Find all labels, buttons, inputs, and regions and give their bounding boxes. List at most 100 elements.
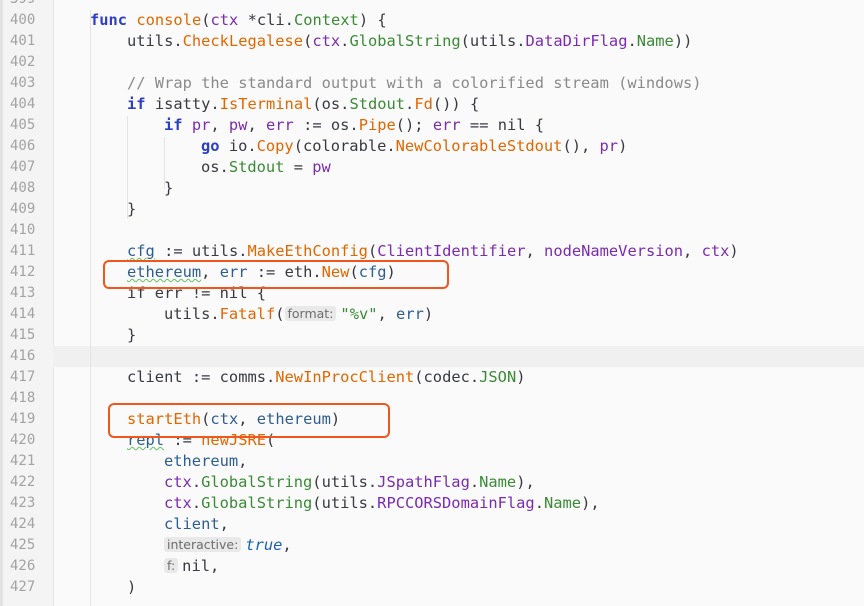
code-line-403[interactable]: // Wrap the standard output with a color… — [127, 73, 702, 94]
line-number: 415 — [10, 327, 36, 343]
token-text: , — [525, 242, 545, 260]
token-text: , — [210, 116, 220, 134]
token-function: Fatalf — [219, 305, 276, 323]
code-line-422[interactable]: ctx.GlobalString(utils.JSpathFlag.Name), — [164, 472, 535, 493]
token-var: pw — [312, 158, 331, 176]
code-line-408[interactable]: } — [164, 178, 173, 199]
token-text: . — [191, 473, 202, 491]
token-method: GlobalString — [201, 494, 313, 512]
code-editor[interactable]: 399 400 401 402 403 404 405 406 407 408 409 410 411 4… — [0, 0, 864, 606]
line-number: 406 — [10, 138, 36, 154]
token-var: client — [164, 515, 220, 533]
token-text: . — [469, 473, 480, 491]
token-text: ) { — [358, 11, 387, 29]
token-function: console — [136, 11, 202, 29]
line-number: 399 — [10, 0, 44, 10]
token-text: , — [209, 557, 220, 575]
code-area[interactable]: func console(ctx *cli.Context) { utils.C… — [53, 0, 864, 606]
token-text: ) — [127, 578, 137, 596]
token-function: CheckLegalese — [182, 32, 304, 50]
token-function: NewColorableStdout — [395, 137, 563, 155]
token-text: (utils. — [312, 473, 378, 491]
line-number: 423 — [10, 495, 36, 511]
token-field: Stdout — [349, 95, 406, 113]
code-line-409[interactable]: } — [127, 199, 136, 220]
token-type: Context — [293, 11, 359, 29]
annotation-box-eth-new — [103, 260, 449, 289]
token-var: ethereum — [164, 452, 239, 470]
token-var: err — [256, 116, 294, 134]
token-text: ) — [516, 368, 526, 386]
indent-guide — [90, 10, 91, 606]
line-number: 402 — [10, 54, 36, 70]
token-text: , — [377, 305, 397, 323]
token-param: ctx — [210, 11, 239, 29]
line-number: 404 — [10, 96, 36, 112]
line-number: 403 — [10, 75, 36, 91]
token-text: , — [238, 452, 248, 470]
current-line-highlight — [53, 346, 864, 367]
parameter-hint: interactive: — [164, 537, 242, 552]
token-var: pw — [219, 116, 248, 134]
code-line-417[interactable]: client := comms.NewInProcClient(codec.JS… — [127, 367, 526, 388]
token-text: := os. — [293, 116, 359, 134]
code-line-411[interactable]: cfg := utils.MakeEthConfig(ClientIdentif… — [127, 241, 739, 262]
token-var: ClientIdentifier — [377, 242, 526, 260]
token-method: GlobalString — [349, 32, 461, 50]
code-line-405[interactable]: if pr, pw, err := os.Pipe(); err == nil … — [164, 115, 544, 136]
token-text: ) — [729, 242, 739, 260]
line-number: 409 — [10, 201, 36, 217]
code-line-400[interactable]: func console(ctx *cli.Context) { — [90, 10, 387, 31]
line-number: 424 — [10, 516, 36, 532]
code-line-407[interactable]: os.Stdout = pw — [201, 157, 331, 178]
token-text: . — [627, 32, 637, 50]
token-keyword: if — [127, 95, 146, 113]
code-line-401[interactable]: utils.CheckLegalese(ctx. GlobalString(uti… — [127, 31, 692, 52]
code-line-421[interactable]: ethereum, — [164, 451, 247, 472]
code-line-415[interactable]: } — [127, 325, 136, 346]
line-number: 425 — [10, 537, 36, 553]
code-line-426[interactable]: f: nil, — [164, 556, 219, 577]
token-text: ()) { — [432, 95, 480, 113]
token-text: ), — [581, 494, 600, 512]
line-number: 407 — [10, 159, 36, 175]
token-text: , — [683, 242, 702, 260]
token-function: Pipe — [358, 116, 396, 134]
code-line-404[interactable]: if isatty.IsTerminal(os.Stdout.Fd()) { — [127, 94, 479, 115]
code-line-414[interactable]: utils.Fatalf(format: "%v", err) — [164, 304, 433, 325]
token-text: (); — [395, 116, 433, 134]
code-line-427[interactable]: ) — [127, 577, 136, 598]
code-line-424[interactable]: client, — [164, 514, 229, 535]
token-type: JSON — [479, 368, 517, 386]
token-text: (utils. — [460, 32, 526, 50]
line-number: 417 — [10, 369, 36, 385]
token-field: RPCCORSDomainFlag — [377, 494, 535, 512]
token-text: *cli. — [247, 11, 294, 29]
token-text: ), — [516, 473, 535, 491]
token-var: err — [432, 116, 461, 134]
token-text: . — [534, 494, 544, 512]
token-text: ( — [275, 305, 285, 323]
token-text: os. — [201, 158, 229, 176]
token-text: client := comms. — [127, 368, 276, 386]
code-line-425[interactable]: interactive: true, — [164, 535, 292, 556]
line-number: 412 — [10, 264, 36, 280]
token-string: "%v" — [340, 305, 378, 323]
line-number-gutter: 399 400 401 402 403 404 405 406 407 408 409 410 411 4… — [0, 0, 54, 606]
token-text: } — [127, 326, 137, 344]
code-line-406[interactable]: go io.Copy(colorable.NewColorableStdout(… — [201, 136, 627, 157]
line-number: 426 — [10, 558, 36, 574]
token-text: (colorable. — [293, 137, 396, 155]
token-text: utils. — [127, 32, 183, 50]
token-text: , — [247, 116, 257, 134]
token-field: JSpathFlag — [377, 473, 470, 491]
token-text: io. — [219, 137, 257, 155]
token-function: MakeEthConfig — [247, 242, 368, 260]
token-text: (utils. — [312, 494, 378, 512]
code-line-423[interactable]: ctx.GlobalString(utils.RPCCORSDomainFlag… — [164, 493, 600, 514]
line-number: 410 — [10, 222, 36, 238]
line-number: 408 — [10, 180, 36, 196]
token-function: Fd — [414, 95, 433, 113]
line-number: 418 — [10, 390, 36, 406]
token-keyword: if — [164, 116, 183, 134]
